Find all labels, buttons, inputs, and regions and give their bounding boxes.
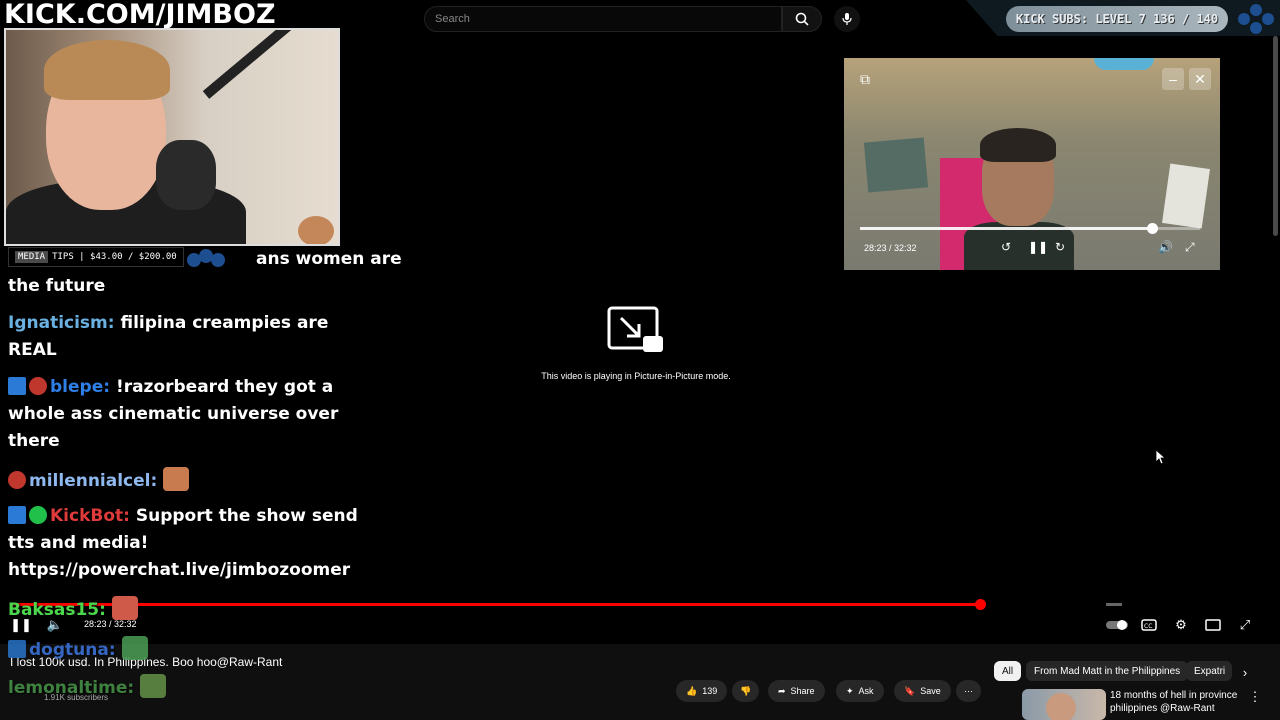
like-button[interactable]: 👍 139 bbox=[676, 680, 728, 702]
chevron-right-icon[interactable]: › bbox=[1238, 664, 1252, 680]
badge-icon bbox=[29, 377, 47, 395]
pip-back-to-tab-icon[interactable]: ⧉ bbox=[854, 68, 876, 90]
share-icon: ➦ bbox=[778, 685, 786, 696]
svg-text:CC: CC bbox=[1144, 623, 1152, 630]
theater-mode-icon[interactable] bbox=[1205, 617, 1221, 633]
chat-link: https://powerchat.live/jimbozoomer bbox=[8, 560, 351, 580]
pip-icon bbox=[607, 306, 663, 352]
chat-username: lemonaltime: bbox=[8, 678, 135, 698]
kick-subs-goal: KICK SUBS: LEVEL 7 136 / 140 bbox=[1006, 6, 1228, 32]
chat-message: lemonaltime: bbox=[8, 674, 167, 702]
chip-all[interactable]: All bbox=[994, 661, 1022, 681]
chat-line: REAL bbox=[8, 340, 57, 360]
chat-username: blepe: bbox=[50, 377, 111, 397]
chip-channel[interactable]: From Mad Matt in the Philippines bbox=[1026, 661, 1189, 681]
forward-icon[interactable]: ↻ bbox=[1055, 240, 1065, 254]
media-label: MEDIA bbox=[15, 251, 49, 263]
emote-icon bbox=[121, 636, 148, 660]
screen: Search KICK SUBS: LEVEL 7 136 / 140 ⧉ – … bbox=[0, 0, 1280, 720]
settings-icon[interactable]: ⚙ bbox=[1173, 617, 1189, 633]
pip-pause-icon[interactable]: ❚❚ bbox=[1028, 240, 1048, 254]
chat-line: there bbox=[8, 431, 60, 451]
search-input[interactable]: Search bbox=[424, 6, 782, 32]
mic-icon bbox=[842, 13, 852, 25]
badge-icon bbox=[8, 377, 26, 395]
chat-username: millennialcel: bbox=[29, 471, 158, 491]
chat-line: the future bbox=[8, 276, 106, 296]
ask-icon: ✦ bbox=[846, 685, 854, 696]
mouse-cursor-icon bbox=[1155, 449, 1167, 465]
ask-button[interactable]: ✦ Ask bbox=[836, 680, 884, 702]
chat-line: whole ass cinematic universe over bbox=[8, 404, 339, 424]
kick-logo-icon bbox=[1238, 4, 1274, 34]
chat-line: tts and media! bbox=[8, 533, 149, 553]
chat-message: Ignaticism: filipina creampies are bbox=[8, 313, 329, 333]
like-icon: 👍 bbox=[686, 685, 698, 696]
emote-icon bbox=[163, 467, 190, 491]
chat-message: KickBot: Support the show send bbox=[8, 503, 358, 530]
search-button[interactable] bbox=[782, 6, 822, 32]
badge-icon bbox=[8, 640, 26, 658]
chat-username: dogtuna: bbox=[29, 640, 116, 660]
recommendation-thumbnail[interactable] bbox=[1022, 689, 1106, 720]
video-progress-bar[interactable] bbox=[10, 603, 980, 606]
emote-icon bbox=[140, 674, 167, 698]
pip-volume-icon[interactable]: 🔊 bbox=[1158, 240, 1173, 254]
verified-badge-icon bbox=[29, 506, 47, 524]
more-actions-button[interactable]: ⋯ bbox=[956, 680, 981, 702]
pip-progress-bar[interactable] bbox=[860, 227, 1152, 230]
rewind-icon[interactable]: ↺ bbox=[1001, 240, 1011, 254]
page-scrollbar[interactable] bbox=[1273, 36, 1278, 236]
dislike-icon: 👎 bbox=[740, 685, 752, 696]
search-icon bbox=[795, 12, 809, 26]
badge-icon bbox=[8, 471, 26, 489]
close-icon[interactable]: ✕ bbox=[1189, 68, 1211, 90]
more-icon: ⋯ bbox=[964, 685, 973, 696]
like-count: 139 bbox=[702, 686, 718, 696]
chat-message: blepe: !razorbeard they got a bbox=[8, 374, 333, 401]
voice-search-button[interactable] bbox=[834, 6, 860, 32]
recommendation-title[interactable]: 18 months of hell in province philippine… bbox=[1110, 689, 1250, 715]
fullscreen-icon[interactable]: ⤢ bbox=[1237, 617, 1253, 633]
save-button[interactable]: 🔖 Save bbox=[894, 680, 951, 702]
autoplay-toggle-icon[interactable] bbox=[1106, 617, 1128, 633]
chat-line: ans women are bbox=[256, 249, 402, 269]
pip-time: 28:23 / 32:32 bbox=[864, 243, 917, 253]
stream-banner: KICK.COM/JIMBOZ bbox=[0, 0, 340, 30]
share-button[interactable]: ➦ Share bbox=[768, 680, 825, 702]
chat-message: millennialcel: bbox=[8, 467, 190, 495]
minimize-icon[interactable]: – bbox=[1162, 68, 1184, 90]
chat-username: Ignaticism: bbox=[8, 313, 115, 333]
save-icon: 🔖 bbox=[904, 685, 916, 696]
tips-goal: MEDIA TIPS | $43.00 / $200.00 bbox=[8, 247, 184, 267]
overlay-logo-icon bbox=[187, 249, 225, 267]
pip-expand-icon[interactable]: ⤢ bbox=[1185, 240, 1195, 255]
video-scrubber[interactable] bbox=[975, 599, 986, 610]
recommendation-menu-icon[interactable]: ⋮ bbox=[1249, 689, 1262, 705]
badge-icon bbox=[8, 506, 26, 524]
captions-icon[interactable]: CC bbox=[1141, 617, 1157, 633]
emote-icon bbox=[111, 596, 138, 620]
pip-window[interactable]: ⧉ – ✕ 28:23 / 32:32 ↺ ❚❚ ↻ 🔊 ⤢ bbox=[844, 58, 1220, 270]
webcam-feed bbox=[4, 28, 340, 246]
dislike-button[interactable]: 👎 bbox=[732, 680, 760, 702]
chip-expat[interactable]: Expatri bbox=[1186, 661, 1232, 681]
chat-message: dogtuna: bbox=[8, 636, 148, 664]
chat-message: Baksas15: bbox=[8, 596, 138, 624]
chat-username: KickBot: bbox=[50, 506, 130, 526]
chat-username: Baksas15: bbox=[8, 600, 106, 620]
pip-scrubber[interactable] bbox=[1147, 223, 1158, 234]
